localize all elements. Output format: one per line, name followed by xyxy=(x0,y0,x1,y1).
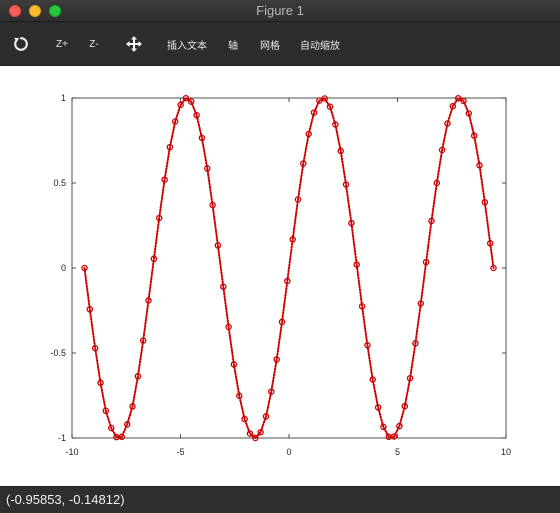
autoscale-button[interactable]: 自动缩放 xyxy=(297,22,343,66)
y-tick-label: -0.5 xyxy=(50,348,66,358)
pan-button[interactable] xyxy=(123,22,145,66)
x-tick-label: -10 xyxy=(65,447,78,457)
y-tick-label: 1 xyxy=(61,93,66,103)
figure-toolbar: Z+ Z- 插入文本 轴 网格 自动缩放 xyxy=(0,22,560,66)
insert-text-button[interactable]: 插入文本 xyxy=(164,22,210,66)
window-title: Figure 1 xyxy=(256,3,304,18)
axis-button[interactable]: 轴 xyxy=(224,22,242,66)
cursor-coordinates: (-0.95853, -0.14812) xyxy=(6,492,125,507)
zoom-in-button[interactable]: Z+ xyxy=(52,22,72,66)
zoom-out-button[interactable]: Z- xyxy=(84,22,104,66)
line-chart[interactable]: -10 -5 0 5 10 1 0.5 0 -0.5 -1 xyxy=(0,66,560,486)
y-tick-label: 0 xyxy=(61,263,66,273)
plot-canvas[interactable]: -10 -5 0 5 10 1 0.5 0 -0.5 -1 xyxy=(0,66,560,486)
x-tick-label: 10 xyxy=(501,447,511,457)
figure-window: Figure 1 Z+ Z- 插入文本 轴 网格 自动缩放 -10 -5 0 5… xyxy=(0,0,560,513)
x-tick-label: 5 xyxy=(395,447,400,457)
x-tick-label: 0 xyxy=(286,447,291,457)
grid-button[interactable]: 网格 xyxy=(255,22,285,66)
rotate-reset-icon xyxy=(13,36,29,52)
y-tick-label: -1 xyxy=(58,433,66,443)
series-line xyxy=(83,96,495,440)
status-bar: (-0.95853, -0.14812) xyxy=(0,486,560,513)
x-tick-label: -5 xyxy=(176,447,184,457)
y-tick-label: 0.5 xyxy=(53,178,66,188)
move-arrows-icon xyxy=(125,35,143,53)
title-bar[interactable]: Figure 1 xyxy=(0,0,560,22)
reset-view-button[interactable] xyxy=(10,22,32,66)
